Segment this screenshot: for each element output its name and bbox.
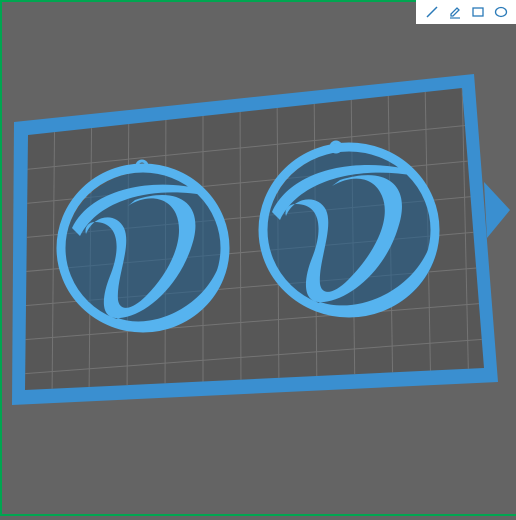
earring-right[interactable]: [258, 140, 440, 318]
ellipse-tool-button[interactable]: [492, 3, 510, 21]
drawing-toolbar: [416, 0, 516, 24]
frame-border-left: [0, 0, 2, 516]
pen-icon: [449, 7, 460, 19]
3d-viewport[interactable]: [0, 0, 516, 516]
bed-front-arrow: [484, 182, 510, 238]
scene-canvas: [12, 74, 510, 405]
rectangle-icon: [471, 7, 484, 17]
ellipse-icon: [494, 6, 507, 18]
rectangle-tool-button[interactable]: [469, 3, 487, 21]
pen-tool-button[interactable]: [446, 3, 464, 21]
line-icon: [425, 6, 438, 18]
line-tool-button[interactable]: [423, 3, 441, 21]
